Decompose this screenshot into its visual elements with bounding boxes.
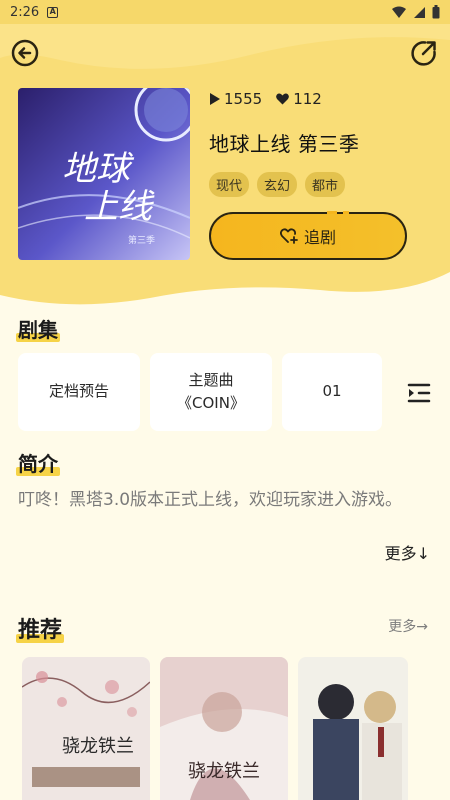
drama-cover[interactable]: 地球 上线 第三季: [18, 88, 190, 260]
episode-list: 定档预告 主题曲 《COIN》 01: [18, 353, 382, 431]
tag-item[interactable]: 都市: [305, 172, 346, 197]
play-count: 1555: [209, 90, 262, 108]
signal-icon: [414, 6, 425, 18]
episode-sublabel: 《COIN》: [177, 394, 245, 412]
recommend-cover-image: 骁龙铁兰: [160, 657, 288, 800]
episode-list-button[interactable]: [406, 380, 432, 406]
episode-card[interactable]: 01: [282, 353, 382, 431]
recommend-list: 骁龙铁兰 骁龙铁兰: [22, 657, 408, 800]
episode-label: 定档预告: [48, 382, 109, 401]
cover-title-line2: 上线: [84, 187, 155, 227]
intro-heading-text: 简介: [18, 452, 58, 476]
button-deco: [343, 211, 349, 214]
episode-label: 主题曲: [188, 370, 234, 389]
episodes-heading: 剧集: [16, 314, 60, 343]
play-count-value: 1555: [224, 90, 263, 108]
drama-stats: 1555 112: [209, 90, 322, 108]
recommend-more-button[interactable]: 更多→: [388, 616, 428, 636]
follow-button[interactable]: 追剧: [209, 211, 407, 260]
play-icon: [210, 93, 220, 105]
recommend-cover-image: [298, 657, 408, 800]
recommend-card[interactable]: [298, 657, 408, 800]
recommend-cover-text: 骁龙铁兰: [188, 761, 260, 782]
drama-title: 地球上线 第三季: [209, 132, 360, 156]
episode-label: 01: [322, 382, 342, 401]
like-count-value: 112: [293, 90, 322, 108]
back-button[interactable]: [11, 39, 39, 67]
recommend-card[interactable]: 骁龙铁兰: [160, 657, 288, 800]
intro-text: 叮咚！黑塔3.0版本正式上线，欢迎玩家进入游戏。: [18, 490, 403, 510]
tag-item[interactable]: 现代: [209, 172, 250, 197]
like-count: 112: [276, 90, 322, 108]
notification-icon: A: [47, 6, 59, 18]
episode-card[interactable]: 主题曲 《COIN》: [150, 353, 272, 431]
share-button[interactable]: [410, 39, 438, 67]
follow-label: 追剧: [303, 228, 336, 247]
episodes-heading-text: 剧集: [18, 318, 58, 342]
recommend-heading: 推荐: [16, 612, 64, 644]
recommend-cover-image: 骁龙铁兰: [22, 657, 150, 800]
recommend-cover-text: 骁龙铁兰: [62, 736, 134, 757]
button-deco: [327, 211, 337, 214]
recommend-card[interactable]: 骁龙铁兰: [22, 657, 150, 800]
status-time: 2:26: [10, 4, 40, 20]
cover-title-line1: 地球: [62, 149, 135, 189]
heart-plus-icon: [279, 228, 298, 244]
battery-icon: [432, 5, 440, 19]
wifi-icon: [392, 6, 406, 18]
intro-heading: 简介: [16, 448, 60, 477]
tag-item[interactable]: 玄幻: [257, 172, 298, 197]
back-arrow-circle-icon: [11, 39, 39, 67]
heart-icon: [276, 93, 290, 105]
cover-art-image: 地球 上线 第三季: [18, 88, 190, 260]
cover-caption: 第三季: [128, 234, 155, 246]
playlist-icon: [407, 383, 431, 403]
episode-card[interactable]: 定档预告: [18, 353, 140, 431]
status-bar: 2:26 A: [0, 0, 450, 24]
intro-more-button[interactable]: 更多↓: [385, 540, 430, 564]
share-out-icon: [411, 41, 436, 66]
recommend-heading-text: 推荐: [18, 618, 63, 643]
tag-list: 现代 玄幻 都市: [209, 172, 346, 197]
